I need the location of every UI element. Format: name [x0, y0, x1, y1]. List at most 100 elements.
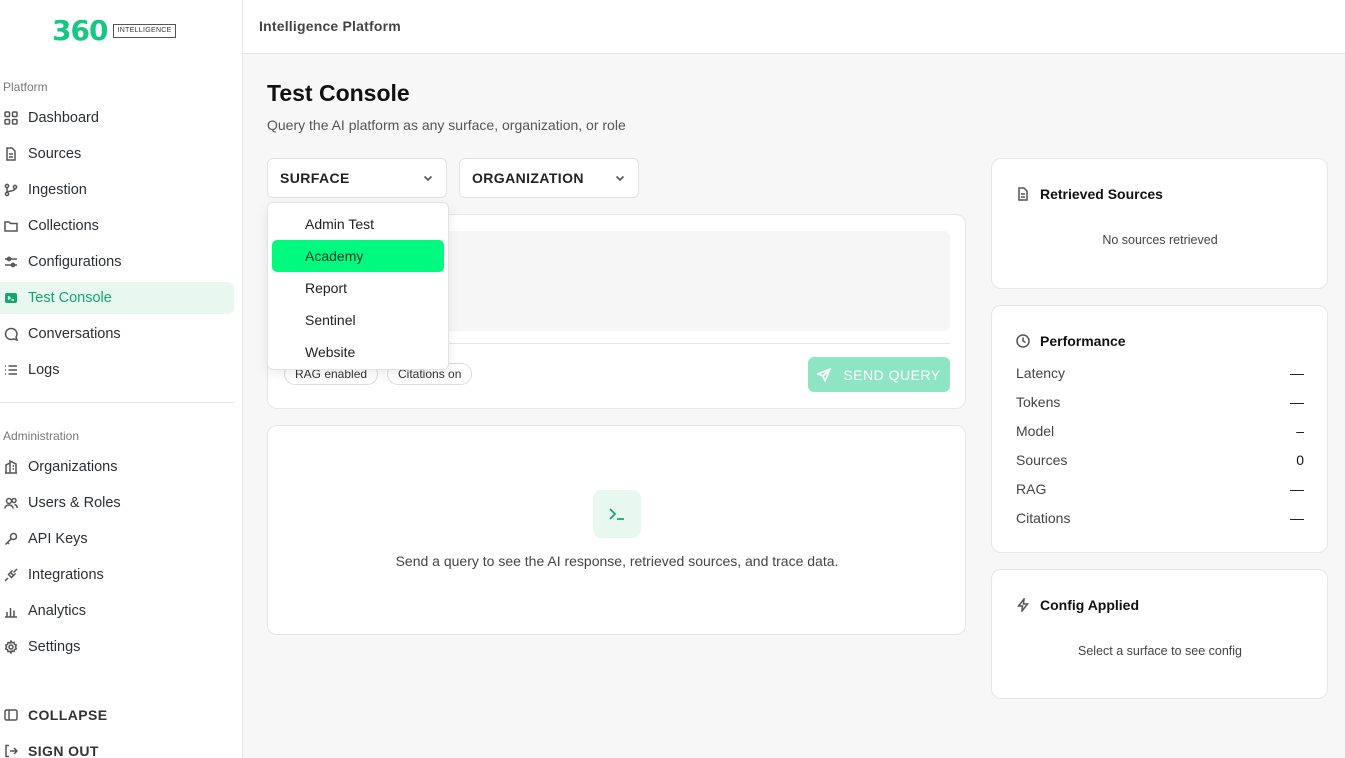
- retrieved-sources-empty: No sources retrieved: [1102, 233, 1218, 247]
- dropdown-option-report[interactable]: Report: [272, 272, 444, 304]
- page-title: Test Console: [267, 80, 410, 106]
- chevron-down-icon: [615, 175, 625, 182]
- dropdown-option-website[interactable]: Website: [272, 336, 444, 368]
- folder-icon: [4, 221, 18, 232]
- metric-label: RAG: [1016, 481, 1047, 497]
- sidebar-item-users-roles[interactable]: Users & Roles: [0, 487, 234, 519]
- metric-label: Model: [1016, 423, 1055, 439]
- sidebar-collapse-icon: [4, 709, 18, 721]
- metric-value: 0: [1296, 452, 1304, 468]
- surface-select[interactable]: SURFACE: [267, 158, 447, 198]
- sidebar-item-dashboard[interactable]: Dashboard: [0, 102, 234, 134]
- sign-out-button[interactable]: SIGN OUT: [0, 743, 99, 758]
- terminal-prompt-icon: [609, 508, 624, 520]
- sidebar-item-test-console[interactable]: Test Console: [0, 282, 234, 314]
- metric-value: —: [1290, 365, 1304, 381]
- top-bar: Intelligence Platform: [243, 0, 1345, 54]
- sidebar-item-ingestion[interactable]: Ingestion: [0, 174, 234, 206]
- sidebar-item-label: Test Console: [28, 290, 112, 306]
- clock-icon: [1016, 334, 1030, 348]
- file-icon: [6, 147, 16, 161]
- logo[interactable]: 360 INTELLIGENCE: [52, 17, 176, 45]
- key-icon: [4, 532, 18, 546]
- message-icon: [4, 327, 18, 341]
- sidebar-item-api-keys[interactable]: API Keys: [0, 523, 234, 555]
- config-applied-panel: Config Applied Select a surface to see c…: [991, 569, 1328, 699]
- metric-sources: Sources 0: [1016, 452, 1304, 468]
- sidebar-item-label: Configurations: [28, 254, 122, 270]
- page-subtitle: Query the AI platform as any surface, or…: [267, 117, 626, 133]
- config-applied-label: Config Applied: [1040, 597, 1140, 613]
- performance-panel: Performance Latency — Tokens — Model – S…: [991, 305, 1328, 553]
- retrieved-sources-label: Retrieved Sources: [1040, 186, 1163, 202]
- sidebar-divider: [0, 402, 234, 403]
- config-applied-empty: Select a surface to see config: [1078, 644, 1242, 658]
- grid-icon: [4, 111, 18, 125]
- metric-value: —: [1290, 394, 1304, 410]
- performance-title: Performance: [1016, 333, 1126, 349]
- metric-label: Citations: [1016, 510, 1071, 526]
- sidebar-item-label: Settings: [28, 639, 81, 655]
- sidebar-item-label: Analytics: [28, 603, 87, 619]
- logo-number: 360: [52, 14, 108, 47]
- metric-value: —: [1290, 481, 1304, 497]
- sidebar-item-sources[interactable]: Sources: [0, 138, 234, 170]
- sign-out-icon: [5, 744, 18, 758]
- sidebar-item-settings[interactable]: Settings: [0, 631, 234, 663]
- organization-select-label: ORGANIZATION: [472, 170, 584, 186]
- dropdown-option-sentinel[interactable]: Sentinel: [272, 304, 444, 336]
- sidebar-item-label: Users & Roles: [28, 495, 121, 511]
- metric-value: –: [1296, 423, 1304, 439]
- file-icon: [1018, 187, 1028, 201]
- sidebar-item-collections[interactable]: Collections: [0, 210, 234, 242]
- metric-label: Latency: [1016, 365, 1066, 381]
- response-empty-text: Send a query to see the AI response, ret…: [395, 553, 839, 569]
- sidebar-item-label: Organizations: [28, 459, 118, 475]
- metric-model: Model –: [1016, 423, 1304, 439]
- section-label-platform: Platform: [3, 80, 48, 94]
- section-label-administration: Administration: [3, 429, 80, 443]
- surface-select-label: SURFACE: [280, 170, 350, 186]
- metric-rag: RAG —: [1016, 481, 1304, 497]
- sidebar-item-configurations[interactable]: Configurations: [0, 246, 234, 278]
- chevron-down-icon: [423, 175, 433, 182]
- send-icon: [817, 367, 832, 382]
- metric-value: —: [1290, 510, 1304, 526]
- lightning-icon: [1016, 598, 1030, 612]
- sidebar-item-label: Logs: [28, 362, 60, 378]
- sidebar-item-integrations[interactable]: Integrations: [0, 559, 234, 591]
- dropdown-option-academy[interactable]: Academy: [272, 240, 444, 272]
- sidebar-item-label: Dashboard: [28, 110, 99, 126]
- performance-label: Performance: [1040, 333, 1126, 349]
- sidebar-item-conversations[interactable]: Conversations: [0, 318, 234, 350]
- collapse-button[interactable]: COLLAPSE: [0, 707, 107, 723]
- metric-latency: Latency —: [1016, 365, 1304, 381]
- organization-select[interactable]: ORGANIZATION: [459, 158, 639, 198]
- logo-badge: INTELLIGENCE: [113, 24, 176, 38]
- bar-chart-icon: [5, 608, 17, 618]
- metric-label: Tokens: [1016, 394, 1061, 410]
- sign-out-label: SIGN OUT: [28, 743, 99, 758]
- topbar-title: Intelligence Platform: [259, 18, 401, 34]
- plug-icon: [4, 568, 18, 582]
- sidebar-item-analytics[interactable]: Analytics: [0, 595, 234, 627]
- building-icon: [5, 460, 17, 474]
- collapse-label: COLLAPSE: [28, 707, 108, 723]
- send-query-button[interactable]: SEND QUERY: [808, 357, 950, 392]
- sidebar-item-organizations[interactable]: Organizations: [0, 451, 234, 483]
- sidebar-item-label: Integrations: [28, 567, 104, 583]
- terminal-icon: [5, 293, 17, 303]
- config-applied-title: Config Applied: [1016, 597, 1139, 613]
- metric-label: Sources: [1016, 452, 1068, 468]
- sidebar-item-label: Collections: [28, 218, 99, 234]
- metric-citations: Citations —: [1016, 510, 1304, 526]
- send-query-label: SEND QUERY: [843, 366, 941, 383]
- sliders-icon: [5, 256, 17, 268]
- retrieved-sources-title: Retrieved Sources: [1016, 186, 1163, 202]
- sidebar: 360 INTELLIGENCE Platform Dashboard Sour…: [0, 0, 243, 758]
- metric-tokens: Tokens —: [1016, 394, 1304, 410]
- sidebar-item-label: Conversations: [28, 326, 121, 342]
- users-icon: [4, 497, 18, 509]
- sidebar-item-logs[interactable]: Logs: [0, 354, 234, 386]
- dropdown-option-admin-test[interactable]: Admin Test: [272, 208, 444, 240]
